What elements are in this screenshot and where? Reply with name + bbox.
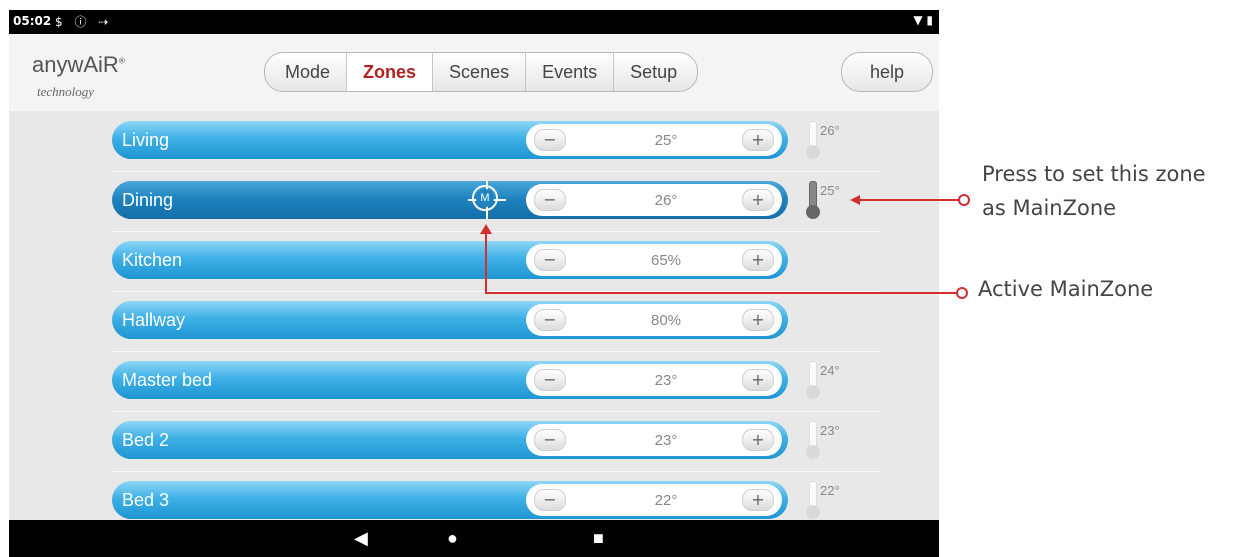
zone-temperature: 26° <box>820 123 840 138</box>
mainzone-badge-letter: M <box>476 189 494 207</box>
setpoint-control: − 23° + <box>526 424 782 456</box>
zone-row-living: Living − 25° + 26° <box>112 111 880 172</box>
status-bar: 05:02 $ ⓘ ⇢ ▼ ▮ <box>9 10 939 34</box>
zone-row-kitchen: Kitchen − 65% + <box>112 231 880 292</box>
thermometer-icon[interactable]: 26° <box>806 121 846 161</box>
increase-button[interactable]: + <box>742 489 774 511</box>
thermometer-icon[interactable]: 23° <box>806 421 846 461</box>
zone-row-hallway: Hallway − 80% + <box>112 291 880 352</box>
thermometer-icon[interactable]: 24° <box>806 361 846 401</box>
setpoint-control: − 80% + <box>526 304 782 336</box>
decrease-button[interactable]: − <box>534 189 566 211</box>
status-icons: $ ⓘ ⇢ <box>55 15 113 29</box>
callout-line-active-main-horizontal <box>485 292 956 294</box>
device-screen: 05:02 $ ⓘ ⇢ ▼ ▮ anywAiR® technology Mode… <box>9 10 939 557</box>
zone-temperature: 23° <box>820 423 840 438</box>
zone-name: Living <box>122 130 170 150</box>
home-icon[interactable]: ● <box>447 528 458 549</box>
logo-subtitle: technology <box>37 84 95 99</box>
increase-button[interactable]: + <box>742 189 774 211</box>
zone-temperature: 24° <box>820 363 840 378</box>
callout-line-active-main-vertical <box>485 234 487 293</box>
callout-active-main: Active MainZone <box>978 277 1154 301</box>
zone-name: Bed 3 <box>122 490 170 510</box>
callout-set-main-line2: as MainZone <box>982 196 1117 220</box>
setpoint-control: − 23° + <box>526 364 782 396</box>
setpoint-value: 23° <box>654 372 678 389</box>
system-nav-bar: ◀ ● ■ <box>9 520 939 557</box>
zone-bar-master-bed[interactable]: Master bed − 23° + <box>112 361 788 399</box>
app-header: anywAiR® technology Mode Zones Scenes Ev… <box>9 34 939 111</box>
status-time: 05:02 <box>13 14 52 28</box>
zone-bar-dining[interactable]: Dining M − 26° + <box>112 181 788 219</box>
zone-bar-hallway[interactable]: Hallway − 80% + <box>112 301 788 339</box>
setpoint-value: 80% <box>650 312 682 329</box>
setpoint-control: − 22° + <box>526 484 782 516</box>
decrease-button[interactable]: − <box>534 429 566 451</box>
decrease-button[interactable]: − <box>534 129 566 151</box>
recents-icon[interactable]: ■ <box>593 528 604 549</box>
zone-bar-bed-3[interactable]: Bed 3 − 22° + <box>112 481 788 519</box>
callout-dot-set-main <box>958 194 970 206</box>
mainzone-target-icon: M <box>468 181 506 219</box>
zone-name: Master bed <box>122 370 213 390</box>
setpoint-value: 25° <box>654 132 678 149</box>
zone-bar-living[interactable]: Living − 25° + <box>112 121 788 159</box>
zone-name: Kitchen <box>122 250 183 270</box>
decrease-button[interactable]: − <box>534 489 566 511</box>
zone-name: Dining <box>122 190 174 210</box>
thermometer-icon[interactable]: 25° <box>806 181 846 221</box>
tab-scenes[interactable]: Scenes <box>432 53 525 91</box>
tab-zones[interactable]: Zones <box>346 53 433 91</box>
zone-row-dining: Dining M − 26° + 25° <box>112 171 880 232</box>
increase-button[interactable]: + <box>742 249 774 271</box>
zone-name: Bed 2 <box>122 430 170 450</box>
help-button[interactable]: help <box>841 52 933 92</box>
tab-mode[interactable]: Mode <box>265 53 346 91</box>
callout-set-main-line1: Press to set this zone <box>982 162 1206 186</box>
callout-line-set-main <box>858 199 962 201</box>
zone-row-bed-2: Bed 2 − 23° + 23° <box>112 411 880 472</box>
tab-setup[interactable]: Setup <box>613 53 697 91</box>
callout-arrowhead-set-main <box>850 195 860 205</box>
setpoint-control: − 26° + <box>526 184 782 216</box>
back-icon[interactable]: ◀ <box>354 528 368 549</box>
zone-bar-kitchen[interactable]: Kitchen − 65% + <box>112 241 788 279</box>
zone-row-master-bed: Master bed − 23° + 24° <box>112 351 880 412</box>
callout-arrowhead-active-main <box>480 224 492 234</box>
setpoint-value: 22° <box>654 492 678 509</box>
tab-events[interactable]: Events <box>525 53 613 91</box>
logo-registered: ® <box>118 56 125 66</box>
increase-button[interactable]: + <box>742 129 774 151</box>
zone-temperature: 22° <box>820 483 840 498</box>
logo-text: anywAiR <box>32 52 119 77</box>
increase-button[interactable]: + <box>742 309 774 331</box>
setpoint-value: 26° <box>654 192 678 209</box>
decrease-button[interactable]: − <box>534 309 566 331</box>
thermometer-icon[interactable]: 22° <box>806 481 846 521</box>
setpoint-value: 65% <box>650 252 682 269</box>
zone-name: Hallway <box>122 310 186 330</box>
setpoint-control: − 25° + <box>526 124 782 156</box>
increase-button[interactable]: + <box>742 429 774 451</box>
setpoint-control: − 65% + <box>526 244 782 276</box>
app-logo: anywAiR® <box>32 52 125 78</box>
zone-temperature: 25° <box>820 183 840 198</box>
status-right-icons: ▼ ▮ <box>913 13 933 27</box>
decrease-button[interactable]: − <box>534 369 566 391</box>
zone-bar-bed-2[interactable]: Bed 2 − 23° + <box>112 421 788 459</box>
main-tabs: Mode Zones Scenes Events Setup <box>264 52 699 92</box>
decrease-button[interactable]: − <box>534 249 566 271</box>
increase-button[interactable]: + <box>742 369 774 391</box>
setpoint-value: 23° <box>654 432 678 449</box>
callout-dot-active-main <box>956 287 968 299</box>
